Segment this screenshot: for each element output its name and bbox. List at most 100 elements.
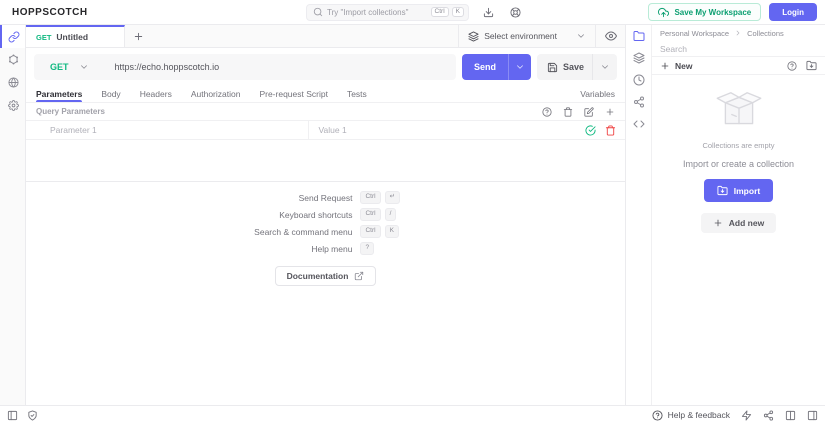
layers-icon: [468, 30, 479, 42]
statusbar-left: [7, 409, 38, 421]
toggle-right-panel-button[interactable]: [807, 410, 818, 421]
help-circle-icon: [542, 106, 552, 117]
tab-variables[interactable]: Variables: [580, 86, 615, 102]
interceptor-button[interactable]: [27, 409, 38, 421]
query-params-header: Query Parameters: [26, 103, 625, 121]
install-app-button[interactable]: [481, 5, 496, 20]
search-placeholder: Try "Import collections": [327, 7, 409, 17]
empty-state-title: Collections are empty: [702, 141, 775, 150]
help-feedback-label: Help & feedback: [667, 410, 730, 420]
param-delete-button[interactable]: [605, 124, 616, 136]
add-new-button[interactable]: Add new: [700, 213, 777, 233]
share-icon: [763, 409, 774, 421]
nav-item-graphql[interactable]: [0, 48, 25, 71]
breadcrumb: Personal Workspace Collections: [652, 25, 825, 41]
save-workspace-button[interactable]: Save My Workspace: [648, 3, 762, 21]
tab-headers[interactable]: Headers: [140, 86, 172, 102]
nav-item-rest[interactable]: [0, 25, 25, 48]
method-select[interactable]: GET: [34, 62, 101, 72]
kbd-ctrl: Ctrl: [360, 191, 381, 204]
kbd-slash: /: [384, 208, 397, 221]
sidebar-item-collections[interactable]: [626, 25, 651, 47]
collections-search-input[interactable]: Search: [652, 41, 825, 57]
sidebar-item-history[interactable]: [626, 69, 651, 91]
request-tab-untitled[interactable]: GET Untitled: [26, 25, 125, 47]
plus-icon: [661, 62, 669, 69]
tab-body[interactable]: Body: [101, 86, 120, 102]
import-button[interactable]: Import: [703, 179, 774, 202]
sidebar-item-environments[interactable]: [626, 47, 651, 69]
url-bar: GET https://echo.hoppscotch.io: [34, 54, 456, 80]
tab-tests[interactable]: Tests: [347, 86, 367, 102]
add-param-button[interactable]: [605, 107, 615, 117]
shortcut-row: Send Request Ctrl ↵: [26, 189, 625, 206]
clear-all-params-button[interactable]: [563, 106, 573, 117]
eye-icon: [604, 31, 617, 41]
sidebar-item-generate-code[interactable]: [626, 113, 651, 135]
help-circle-icon: [787, 60, 797, 71]
breadcrumb-workspace[interactable]: Personal Workspace: [660, 29, 729, 38]
share-button[interactable]: [763, 409, 774, 421]
environment-select[interactable]: Select environment: [458, 25, 595, 47]
share-icon: [633, 96, 644, 108]
kbd-ctrl: Ctrl: [430, 6, 449, 18]
param-value-input[interactable]: Value 1: [307, 121, 577, 139]
kbd-enter: ↵: [384, 191, 401, 204]
import-label: Import: [733, 185, 761, 196]
breadcrumb-collections[interactable]: Collections: [747, 29, 784, 38]
collections-help-button[interactable]: [787, 60, 797, 71]
url-input[interactable]: https://echo.hoppscotch.io: [101, 62, 220, 72]
plus-icon: [606, 108, 614, 115]
param-active-toggle[interactable]: [585, 124, 596, 136]
param-key-input[interactable]: Parameter 1: [26, 125, 308, 135]
send-options-button[interactable]: [507, 54, 531, 80]
check-circle-icon: [585, 124, 596, 136]
login-button[interactable]: Login: [769, 3, 817, 21]
request-options-tabs: Parameters Body Headers Authorization Pr…: [26, 86, 625, 103]
nav-item-realtime[interactable]: [0, 71, 25, 94]
collections-toolbar: New: [652, 57, 825, 75]
shortcut-label: Keyboard shortcuts: [279, 209, 353, 220]
save-options-button[interactable]: [592, 54, 617, 80]
support-button[interactable]: [508, 5, 523, 20]
tab-authorization[interactable]: Authorization: [191, 86, 241, 102]
main-area: GET Untitled Select environment GET http…: [0, 25, 825, 405]
bulk-edit-button[interactable]: [584, 106, 594, 117]
save-button[interactable]: Save: [536, 54, 617, 80]
nav-item-settings[interactable]: [0, 94, 25, 117]
environment-quick-peek-button[interactable]: [595, 25, 625, 47]
help-feedback-button[interactable]: Help & feedback: [652, 409, 730, 421]
toggle-sidebar-button[interactable]: [7, 410, 18, 421]
global-search-button[interactable]: Try "Import collections" Ctrl K: [306, 3, 469, 21]
graphql-icon: [9, 54, 18, 65]
folder-import-icon: [717, 185, 728, 196]
columns-icon: [785, 410, 796, 420]
request-pane-empty-space: [26, 140, 625, 181]
new-tab-button[interactable]: [125, 25, 151, 47]
layout-toggle-button[interactable]: [785, 410, 796, 421]
shield-check-icon: [28, 409, 37, 421]
new-collection-button[interactable]: New: [660, 61, 692, 71]
tab-parameters[interactable]: Parameters: [36, 86, 83, 102]
clock-icon: [633, 74, 644, 86]
kbd-question: ?: [360, 242, 375, 255]
empty-box-illustration: [716, 92, 761, 125]
app-logo: HOPPSCOTCH: [12, 6, 88, 18]
chevron-down-icon: [576, 31, 586, 41]
shortcut-keys: Ctrl K: [352, 225, 399, 238]
trash-icon: [563, 106, 573, 117]
collections-toolbar-icons: [787, 60, 817, 71]
shortcuts-button[interactable]: [741, 409, 752, 421]
import-export-button[interactable]: [806, 60, 817, 71]
send-button[interactable]: Send: [461, 54, 531, 80]
cloud-upload-icon: [658, 7, 670, 18]
wiki-help-button[interactable]: [542, 106, 552, 117]
save-workspace-label: Save My Workspace: [674, 7, 752, 17]
plus-icon: [714, 219, 722, 227]
tab-pre-request-script[interactable]: Pre-request Script: [259, 86, 328, 102]
documentation-button[interactable]: Documentation: [274, 266, 377, 286]
send-label: Send: [473, 62, 496, 72]
method-label: GET: [50, 62, 69, 72]
statusbar-right: Help & feedback: [652, 409, 818, 421]
sidebar-item-share[interactable]: [626, 91, 651, 113]
